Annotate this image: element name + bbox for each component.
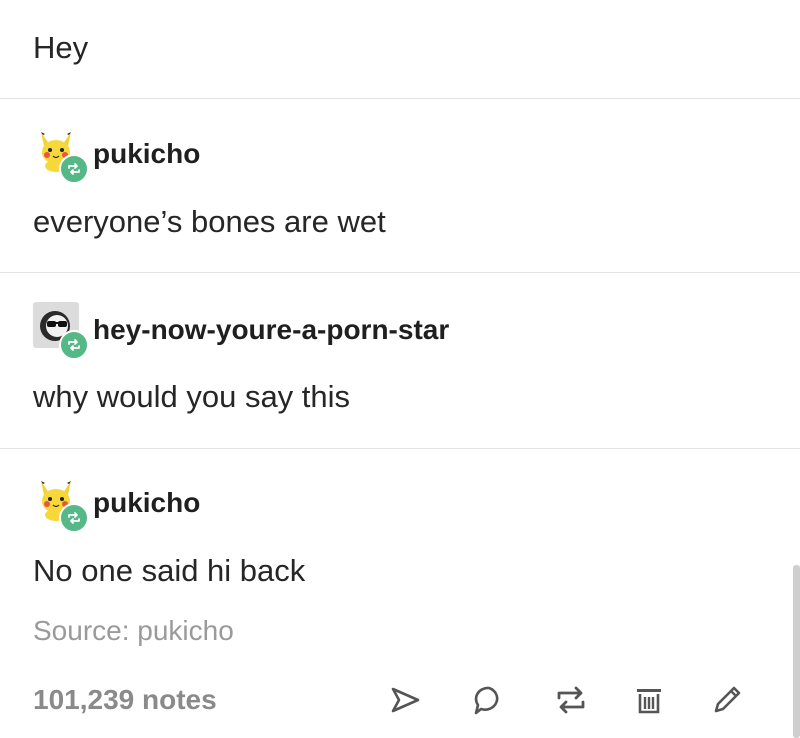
reblog-icon[interactable] — [551, 680, 591, 720]
delete-icon[interactable] — [629, 680, 669, 720]
divider — [0, 448, 800, 449]
notes-count[interactable]: 101,239 notes — [33, 683, 217, 717]
divider — [0, 98, 800, 99]
avatar[interactable] — [33, 302, 89, 360]
avatar[interactable] — [33, 475, 89, 533]
reblog-badge-icon — [59, 503, 89, 533]
tumblr-post: Hey pukicho everyone’s bones are wet hey… — [0, 0, 800, 738]
reblog-header[interactable]: pukicho — [33, 126, 200, 184]
reblog-text: everyone’s bones are wet — [33, 204, 386, 239]
username-link[interactable]: hey-now-youre-a-porn-star — [93, 314, 449, 346]
username-link[interactable]: pukicho — [93, 487, 200, 519]
reblog-text: why would you say this — [33, 379, 351, 414]
reblog-badge-icon — [59, 330, 89, 360]
divider — [0, 272, 800, 273]
avatar[interactable] — [33, 126, 89, 184]
reply-icon[interactable] — [469, 680, 509, 720]
scrollbar[interactable] — [793, 565, 800, 738]
reblog-text: No one said hi back — [33, 553, 306, 588]
source-link[interactable]: Source: pukicho — [33, 614, 234, 648]
reblog-badge-icon — [59, 154, 89, 184]
username-link[interactable]: pukicho — [93, 138, 200, 170]
reblog-header[interactable]: pukicho — [33, 475, 200, 533]
reblog-header[interactable]: hey-now-youre-a-porn-star — [33, 302, 449, 360]
share-icon[interactable] — [385, 680, 425, 720]
edit-icon[interactable] — [707, 680, 747, 720]
original-post-text: Hey — [33, 30, 89, 65]
